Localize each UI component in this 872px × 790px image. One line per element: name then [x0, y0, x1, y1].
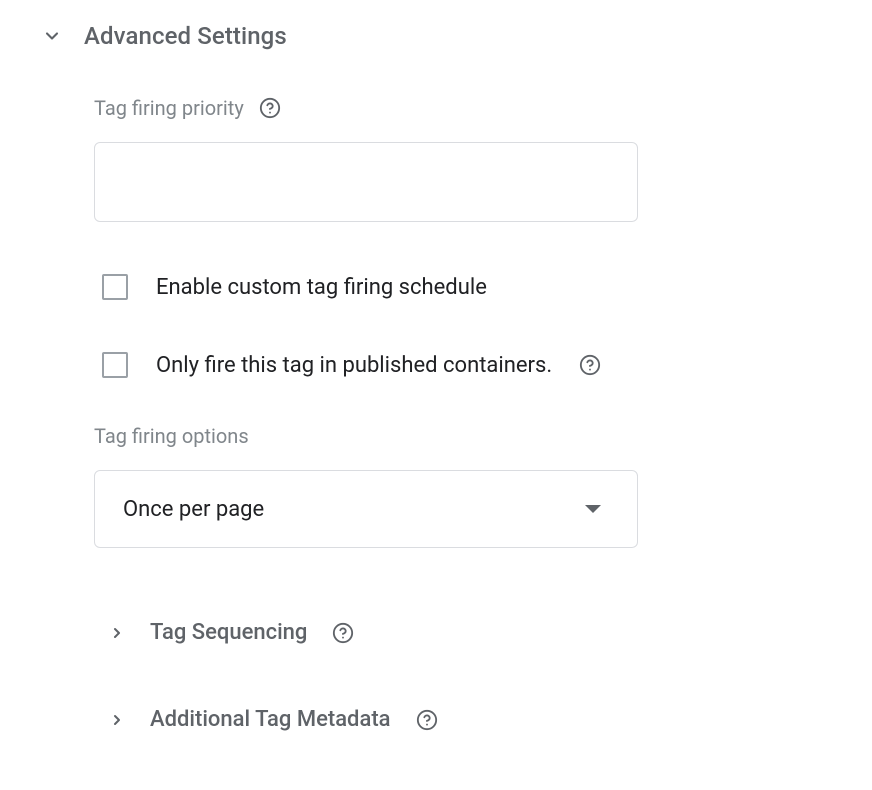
- priority-label: Tag firing priority: [94, 96, 244, 120]
- published-only-label: Only fire this tag in published containe…: [156, 353, 552, 378]
- chevron-right-icon: [108, 711, 126, 729]
- advanced-settings-panel: Advanced Settings Tag firing priority En…: [0, 0, 872, 790]
- tag-firing-options-select[interactable]: Once per page: [94, 470, 638, 548]
- tag-firing-priority-input[interactable]: [94, 142, 638, 222]
- select-value: Once per page: [123, 497, 264, 522]
- firing-options-label-row: Tag firing options: [94, 424, 680, 448]
- section-title: Advanced Settings: [84, 22, 287, 50]
- priority-label-row: Tag firing priority: [94, 96, 680, 120]
- help-icon[interactable]: [578, 353, 602, 377]
- caret-down-icon: [585, 505, 601, 513]
- additional-tag-metadata-title: Additional Tag Metadata: [150, 707, 391, 732]
- section-body: Tag firing priority Enable custom tag fi…: [40, 96, 680, 732]
- tag-sequencing-title: Tag Sequencing: [150, 620, 307, 645]
- firing-options-label: Tag firing options: [94, 424, 249, 448]
- enable-schedule-row[interactable]: Enable custom tag firing schedule: [94, 274, 680, 300]
- advanced-settings-header[interactable]: Advanced Settings: [40, 22, 872, 50]
- published-only-row[interactable]: Only fire this tag in published containe…: [94, 352, 680, 378]
- enable-schedule-checkbox[interactable]: [102, 274, 128, 300]
- help-icon[interactable]: [258, 96, 282, 120]
- additional-tag-metadata-row[interactable]: Additional Tag Metadata: [94, 707, 680, 732]
- published-only-checkbox[interactable]: [102, 352, 128, 378]
- chevron-down-icon: [40, 24, 64, 48]
- tag-sequencing-row[interactable]: Tag Sequencing: [94, 620, 680, 645]
- enable-schedule-label: Enable custom tag firing schedule: [156, 275, 487, 300]
- help-icon[interactable]: [331, 621, 355, 645]
- chevron-right-icon: [108, 624, 126, 642]
- help-icon[interactable]: [415, 708, 439, 732]
